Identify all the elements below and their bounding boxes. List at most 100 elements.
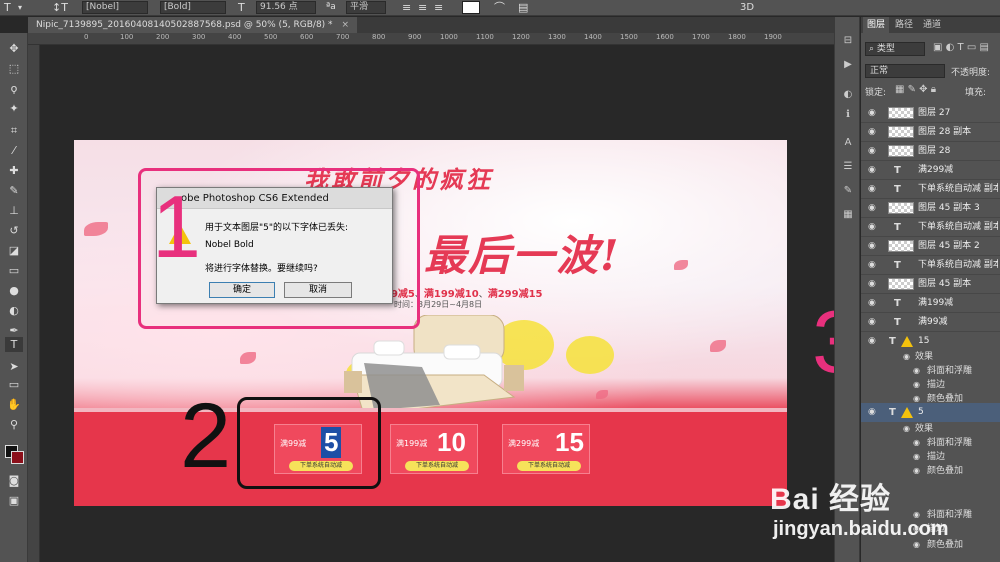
font-family-select[interactable]: [Nobel] (82, 1, 148, 14)
visibility-eye-icon[interactable]: ◉ (913, 364, 920, 378)
tab-channels[interactable]: 通道 (919, 17, 945, 33)
layer-row-15[interactable]: ◉ T 15 (861, 332, 1000, 351)
font-size-field[interactable]: 91.56 点 (256, 1, 316, 14)
crop-tool-icon[interactable]: ⌗ (5, 123, 23, 138)
tab-layers[interactable]: 图层 (863, 17, 890, 33)
visibility-eye-icon[interactable]: ◉ (913, 436, 920, 450)
text-color-swatch[interactable] (462, 1, 480, 14)
visibility-eye-icon[interactable]: ◉ (913, 450, 920, 464)
visibility-eye-icon[interactable]: ◉ (868, 403, 876, 422)
effects-group[interactable]: ◉ 效果 (861, 422, 1000, 436)
layer-row[interactable]: ◉ 图层 28 副本 (861, 123, 1000, 142)
layer-row[interactable]: ◉ 图层 28 (861, 142, 1000, 161)
filter-icons[interactable]: ▣ ◐ T ▭ ▤ (933, 42, 989, 53)
coupon-card[interactable]: 满199减 10 下单系统自动减 (390, 424, 478, 474)
warp-text-icon[interactable]: ⌒ (494, 0, 505, 15)
visibility-eye-icon[interactable]: ◉ (868, 199, 876, 218)
layer-row[interactable]: ◉ 图层 45 副本 (861, 275, 1000, 294)
background-color-swatch[interactable] (11, 451, 24, 464)
layer-row[interactable]: ◉ 图层 27 (861, 104, 1000, 123)
zoom-tool-icon[interactable]: ⚲ (5, 417, 23, 432)
type-tool-icon[interactable]: T (4, 0, 11, 15)
color-panel-icon[interactable]: ◐ (840, 89, 856, 103)
effect-row[interactable]: ◉ 描边 (861, 378, 1000, 392)
lasso-tool-icon[interactable]: ϙ (5, 81, 23, 96)
pen-tool-icon[interactable]: ✒ (5, 323, 23, 338)
layer-row[interactable]: ◉ T 下单系统自动减 副本 (861, 218, 1000, 237)
font-style-select[interactable]: [Bold] (160, 1, 226, 14)
brush-tool-icon[interactable]: ✎ (5, 183, 23, 198)
visibility-eye-icon[interactable]: ◉ (868, 123, 876, 142)
visibility-eye-icon[interactable]: ◉ (903, 350, 910, 364)
visibility-eye-icon[interactable]: ◉ (868, 332, 876, 351)
effects-group[interactable]: ◉ 效果 (861, 350, 1000, 364)
align-right-icon[interactable]: ≡ (434, 0, 443, 15)
layer-row[interactable]: ◉ T 满199减 (861, 294, 1000, 313)
visibility-eye-icon[interactable]: ◉ (913, 378, 920, 392)
blur-tool-icon[interactable]: ● (5, 283, 23, 298)
screen-mode-icon[interactable]: ▣ (5, 493, 23, 508)
effect-name: 描边 (927, 452, 946, 462)
gradient-tool-icon[interactable]: ▭ (5, 263, 23, 278)
styles-panel-icon[interactable]: ▦ (840, 209, 856, 223)
blend-mode-select[interactable]: 正常 (865, 64, 945, 78)
layer-filter-select[interactable]: ⌕ 类型 (865, 42, 925, 56)
visibility-eye-icon[interactable]: ◉ (868, 256, 876, 275)
visibility-eye-icon[interactable]: ◉ (903, 422, 910, 436)
align-left-icon[interactable]: ≡ (402, 0, 411, 15)
text-tool-icon[interactable]: T (5, 337, 23, 352)
info-panel-icon[interactable]: ℹ (840, 109, 856, 123)
layer-row-5-selected[interactable]: ◉ T 5 (861, 403, 1000, 422)
layer-row[interactable]: ◉ 图层 45 副本 3 (861, 199, 1000, 218)
layer-row[interactable]: ◉ T 下单系统自动减 副本 (861, 256, 1000, 275)
eyedropper-tool-icon[interactable]: ⁄ (5, 143, 23, 158)
eraser-tool-icon[interactable]: ◪ (5, 243, 23, 258)
visibility-eye-icon[interactable]: ◉ (868, 161, 876, 180)
visibility-eye-icon[interactable]: ◉ (868, 237, 876, 256)
visibility-eye-icon[interactable]: ◉ (868, 180, 876, 199)
layer-row[interactable]: ◉ 图层 45 副本 2 (861, 237, 1000, 256)
actions-panel-icon[interactable]: ▶ (840, 59, 856, 73)
path-select-tool-icon[interactable]: ➤ (5, 359, 23, 374)
effect-row[interactable]: ◉ 斜面和浮雕 (861, 364, 1000, 378)
align-center-icon[interactable]: ≡ (418, 0, 427, 15)
layer-row[interactable]: ◉ T 满99减 (861, 313, 1000, 332)
history-panel-icon[interactable]: ⊟ (840, 35, 856, 49)
shape-tool-icon[interactable]: ▭ (5, 377, 23, 392)
tab-paths[interactable]: 路径 (891, 17, 917, 33)
lock-icons[interactable]: ▦ ✎ ✥ 🔒︎ (895, 84, 936, 95)
document-tab[interactable]: Nipic_7139895_20160408140502887568.psd @… (28, 17, 357, 33)
layer-row[interactable]: ◉ T 满299减 (861, 161, 1000, 180)
antialias-select[interactable]: 平滑 (346, 1, 386, 14)
magic-wand-tool-icon[interactable]: ✦ (5, 101, 23, 116)
tool-preset-chevron-icon[interactable]: ▾ (18, 0, 22, 15)
visibility-eye-icon[interactable]: ◉ (868, 313, 876, 332)
visibility-eye-icon[interactable]: ◉ (868, 142, 876, 161)
layer-row[interactable]: ◉ T 下单系统自动减 副本 (861, 180, 1000, 199)
annotation-box-2 (237, 397, 381, 489)
dodge-tool-icon[interactable]: ◐ (5, 303, 23, 318)
character-panel-strip-icon[interactable]: A (840, 137, 856, 151)
move-tool-icon[interactable]: ✥ (5, 41, 23, 56)
character-panel-icon[interactable]: ▤ (518, 0, 528, 15)
effect-name: 颜色叠加 (927, 466, 964, 476)
quick-mask-icon[interactable]: ◙ (5, 473, 23, 488)
effect-row[interactable]: ◉ 描边 (861, 450, 1000, 464)
stamp-tool-icon[interactable]: ⊥ (5, 203, 23, 218)
visibility-eye-icon[interactable]: ◉ (868, 104, 876, 123)
adjustments-panel-icon[interactable]: ☰ (840, 161, 856, 175)
visibility-eye-icon[interactable]: ◉ (868, 275, 876, 294)
visibility-eye-icon[interactable]: ◉ (868, 218, 876, 237)
visibility-eye-icon[interactable]: ◉ (868, 294, 876, 313)
close-tab-icon[interactable]: × (341, 20, 349, 30)
effect-row[interactable]: ◉ 斜面和浮雕 (861, 436, 1000, 450)
brushes-panel-icon[interactable]: ✎ (840, 185, 856, 199)
marquee-tool-icon[interactable]: ⬚ (5, 61, 23, 76)
hand-tool-icon[interactable]: ✋ (5, 397, 23, 412)
history-brush-icon[interactable]: ↺ (5, 223, 23, 238)
visibility-eye-icon[interactable]: ◉ (913, 464, 920, 478)
3d-label[interactable]: 3D (740, 0, 754, 15)
orientation-toggle-icon[interactable]: ↕T (52, 0, 68, 15)
healing-tool-icon[interactable]: ✚ (5, 163, 23, 178)
coupon-card[interactable]: 满299减 15 下单系统自动减 (502, 424, 590, 474)
